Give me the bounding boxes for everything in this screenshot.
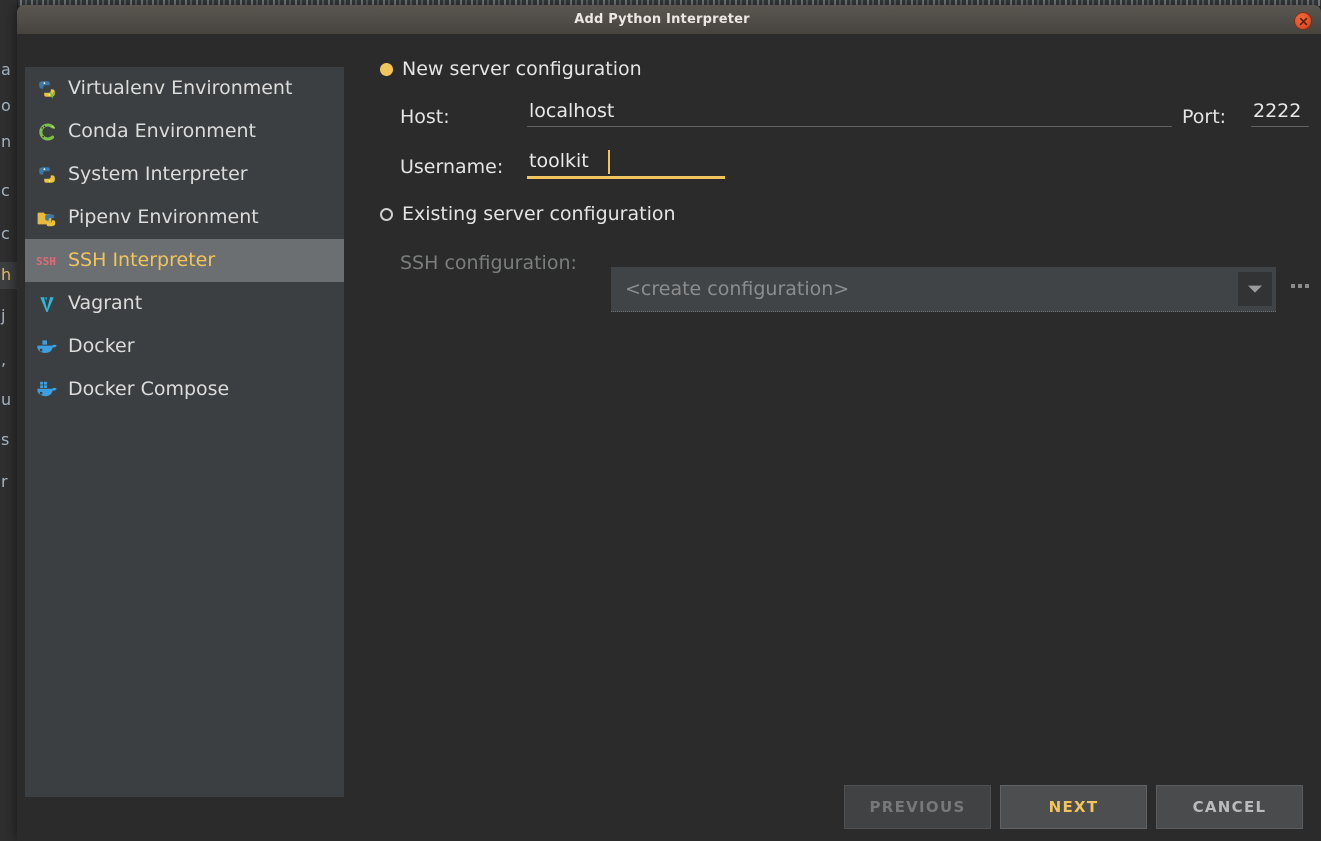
username-label: Username: (400, 156, 504, 178)
host-input[interactable] (527, 100, 1172, 127)
ellipsis-icon[interactable] (1291, 284, 1309, 288)
sidebar-item-vagrant[interactable]: Vagrant (25, 282, 344, 325)
background-text-fragment: , (1, 350, 7, 369)
existing-server-configuration-radio-row[interactable]: Existing server configuration (380, 203, 676, 225)
sidebar-item-docker-compose[interactable]: Docker Compose (25, 368, 344, 411)
close-icon[interactable] (1294, 12, 1312, 30)
new-server-configuration-radio[interactable] (380, 62, 393, 76)
dialog-footer: PREVIOUS NEXT CANCEL (844, 785, 1303, 829)
host-label: Host: (400, 106, 450, 128)
ssh-configuration-value: <create configuration> (625, 278, 850, 300)
previous-button[interactable]: PREVIOUS (844, 785, 991, 829)
background-text-fragment: r (1, 472, 8, 491)
interpreter-type-list[interactable]: Virtualenv Environment Conda Environment (25, 67, 344, 797)
dialog-titlebar: Add Python Interpreter (17, 5, 1321, 34)
existing-server-configuration-label: Existing server configuration (402, 203, 676, 225)
ellipsis-dot (1298, 284, 1302, 288)
chevron-down-icon[interactable] (1238, 272, 1272, 306)
new-server-configuration-label: New server configuration (402, 58, 642, 80)
pipenv-folder-icon (35, 207, 59, 229)
background-text-fragment: s (1, 430, 10, 449)
background-text-fragment: o (1, 96, 11, 115)
sidebar-item-system-interpreter[interactable]: System Interpreter (25, 153, 344, 196)
sidebar-item-ssh-interpreter[interactable]: SSH SSH Interpreter (25, 239, 344, 282)
sidebar-item-label: Vagrant (68, 292, 143, 314)
python-icon (35, 164, 59, 186)
background-left-column: a o n c c h j , u s r (0, 0, 18, 841)
sidebar-item-conda-environment[interactable]: Conda Environment (25, 110, 344, 153)
add-python-interpreter-dialog: Add Python Interpreter Virtualenv Enviro… (17, 5, 1321, 841)
sidebar-item-label: Pipenv Environment (68, 206, 259, 228)
text-cursor (608, 150, 610, 174)
sidebar-item-docker[interactable]: Docker (25, 325, 344, 368)
ellipsis-dot (1305, 284, 1309, 288)
new-server-configuration-radio-row[interactable]: New server configuration (380, 58, 642, 80)
background-text-fragment: c (1, 181, 10, 200)
ssh-configuration-label: SSH configuration: (400, 252, 577, 274)
svg-text:SSH: SSH (36, 255, 56, 268)
dialog-body: Virtualenv Environment Conda Environment (17, 34, 1321, 841)
vagrant-icon (35, 293, 59, 315)
next-button[interactable]: NEXT (1000, 785, 1147, 829)
sidebar-item-label: Docker (68, 335, 135, 357)
python-virtualenv-icon (35, 78, 59, 100)
background-text-fragment: c (1, 224, 10, 243)
background-text-fragment: j (1, 306, 6, 325)
sidebar-item-label: Conda Environment (68, 120, 256, 142)
background-text-fragment: u (1, 390, 12, 409)
conda-icon (35, 121, 59, 143)
sidebar-item-label: SSH Interpreter (68, 249, 216, 271)
cancel-button[interactable]: CANCEL (1156, 785, 1303, 829)
port-input[interactable] (1251, 100, 1309, 127)
sidebar-item-label: Virtualenv Environment (68, 77, 293, 99)
docker-compose-icon (35, 379, 59, 401)
port-label: Port: (1182, 106, 1227, 128)
background-text-fragment-highlighted: h (1, 265, 12, 284)
dialog-title: Add Python Interpreter (574, 12, 750, 27)
docker-icon (35, 336, 59, 358)
ellipsis-dot (1291, 284, 1295, 288)
interpreter-settings-pane: New server configuration Host: Port: Use… (362, 34, 1321, 841)
sidebar-item-label: System Interpreter (68, 163, 248, 185)
ssh-configuration-dropdown[interactable]: <create configuration> (611, 267, 1276, 312)
username-input[interactable] (527, 150, 725, 179)
background-text-fragment: n (1, 132, 12, 151)
background-text-fragment: a (1, 60, 11, 79)
existing-server-configuration-radio[interactable] (380, 207, 393, 221)
sidebar-item-label: Docker Compose (68, 378, 230, 400)
sidebar-item-virtualenv-environment[interactable]: Virtualenv Environment (25, 67, 344, 110)
sidebar-item-pipenv-environment[interactable]: Pipenv Environment (25, 196, 344, 239)
ssh-icon: SSH (35, 250, 59, 272)
